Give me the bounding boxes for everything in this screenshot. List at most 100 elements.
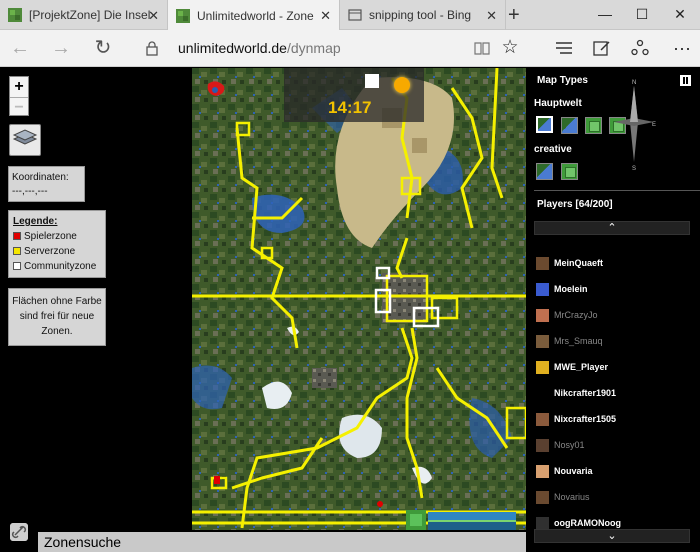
moon-icon (365, 74, 379, 88)
player-item[interactable]: Novarius (536, 484, 686, 510)
back-arrow-icon[interactable]: ← (8, 36, 32, 60)
player-name: oogRAMONoog (554, 518, 621, 528)
layers-button[interactable] (9, 124, 41, 156)
zoom-out-button[interactable]: − (10, 97, 28, 117)
player-head-icon (536, 386, 549, 400)
legend-item-communityzone: Communityzone (13, 259, 101, 274)
share-icon[interactable] (631, 39, 649, 57)
coordinates-label: Koordinaten: (12, 172, 69, 183)
clock-widget: 14:17 (284, 68, 424, 122)
link-icon[interactable] (10, 523, 28, 541)
sun-icon (394, 77, 410, 93)
player-head-icon (536, 490, 549, 504)
maptype-surface-creative[interactable] (561, 163, 578, 180)
player-head-icon (536, 282, 549, 296)
legend-item-spielerzone: Spielerzone (13, 229, 101, 244)
legend-box: Legende: Spielerzone Serverzone Communit… (8, 210, 106, 278)
player-name: Nouvaria (554, 466, 593, 476)
player-list-down-button[interactable]: ⌄ (534, 529, 690, 543)
player-name: Nixcrafter1505 (554, 414, 617, 424)
close-tab-icon[interactable]: ✕ (320, 8, 331, 24)
player-item[interactable]: Mrs_Smauq (536, 328, 686, 354)
player-item[interactable]: MWE_Player (536, 354, 686, 380)
tab-projektzone[interactable]: [ProjektZone] Die Insel ✕ (0, 0, 168, 30)
player-item[interactable]: MeinQuaeft (536, 250, 686, 276)
player-head-icon (536, 438, 549, 452)
tab-title: Unlimitedworld - Zone (197, 8, 314, 23)
address-bar-row: ← → ↻ unlimitedworld.de/dynmap ☆ ··· (0, 30, 700, 67)
maptype-flat-creative[interactable] (536, 163, 553, 180)
zoom-in-button[interactable]: + (10, 77, 28, 97)
player-list-up-button[interactable]: ⌃ (534, 221, 690, 235)
url-host: unlimitedworld.de (178, 40, 287, 56)
pause-icon[interactable] (680, 75, 691, 86)
favorite-star-icon[interactable]: ☆ (498, 36, 522, 60)
legend-item-serverzone: Serverzone (13, 244, 101, 259)
zone-search-bar[interactable]: Zonensuche (38, 532, 526, 552)
compass-s: S (632, 166, 636, 172)
hub-icon[interactable] (555, 41, 573, 55)
forward-arrow-icon[interactable]: → (49, 36, 73, 60)
player-name: Nosy01 (554, 440, 585, 450)
page-favicon-icon (348, 9, 362, 21)
sidebar-divider (534, 190, 700, 191)
url-field[interactable]: unlimitedworld.de/dynmap (178, 40, 341, 56)
player-head-icon (536, 308, 549, 322)
tab-bar: [ProjektZone] Die Insel ✕ Unlimitedworld… (0, 0, 700, 31)
player-name: Nikcrafter1901 (554, 388, 617, 398)
more-menu-icon[interactable]: ··· (670, 36, 694, 60)
player-head-icon (536, 334, 549, 348)
layers-icon (12, 129, 38, 145)
coordinates-box: Koordinaten: ---,---,--- (8, 166, 85, 202)
player-item[interactable]: Nouvaria (536, 458, 686, 484)
window-close-icon[interactable]: ✕ (662, 0, 698, 30)
yellow-swatch-icon (13, 247, 21, 255)
zoom-control: + − (9, 76, 29, 116)
map-tiles[interactable] (192, 68, 526, 530)
player-name: MrCrazyJo (554, 310, 598, 320)
player-item[interactable]: Moelein (536, 276, 686, 302)
player-head-icon (536, 256, 549, 270)
close-tab-icon[interactable]: ✕ (148, 8, 159, 24)
player-head-icon (536, 412, 549, 426)
compass-e: E (652, 122, 656, 128)
player-item[interactable]: Nixcrafter1505 (536, 406, 686, 432)
clock-time: 14:17 (328, 98, 372, 117)
tab-title: snipping tool - Bing (369, 8, 472, 22)
new-tab-button[interactable]: + (508, 4, 520, 27)
close-tab-icon[interactable]: ✕ (486, 8, 497, 24)
player-item[interactable]: Nikcrafter1901 (536, 380, 686, 406)
player-name: MeinQuaeft (554, 258, 604, 268)
tab-title: [ProjektZone] Die Insel (29, 8, 151, 22)
player-item[interactable]: Nosy01 (536, 432, 686, 458)
url-path: /dynmap (286, 40, 341, 56)
refresh-icon[interactable]: ↻ (91, 36, 115, 60)
free-zones-note: Flächen ohne Farbe sind frei für neue Zo… (8, 288, 106, 346)
tab-bing[interactable]: snipping tool - Bing ✕ (340, 0, 506, 30)
player-head-icon (536, 360, 549, 374)
player-head-icon (536, 516, 549, 530)
player-head-icon (536, 464, 549, 478)
player-item[interactable]: MrCrazyJo (536, 302, 686, 328)
maximize-icon[interactable]: ☐ (624, 0, 660, 30)
compass-icon: N E S (614, 80, 656, 172)
reading-view-icon[interactable] (474, 40, 490, 56)
player-name: Novarius (554, 492, 590, 502)
minecraft-favicon-icon (176, 8, 190, 23)
player-name: Moelein (554, 284, 588, 294)
minimize-icon[interactable]: — (587, 0, 623, 30)
tab-unlimitedworld[interactable]: Unlimitedworld - Zone ✕ (168, 0, 340, 31)
maptype-surface-hauptwelt[interactable] (585, 117, 602, 134)
web-note-icon[interactable] (593, 39, 611, 57)
dynmap-viewport[interactable]: 14:17 + − Koordinaten: ---,---,--- Legen… (0, 68, 700, 552)
coordinates-value: ---,---,--- (12, 186, 48, 197)
maptype-flat-hauptwelt[interactable] (536, 116, 553, 133)
legend-title: Legende: (13, 216, 58, 227)
compass-n: N (632, 80, 636, 86)
white-swatch-icon (13, 262, 21, 270)
maptype-flat2-hauptwelt[interactable] (561, 117, 578, 134)
player-list: MeinQuaeft Moelein MrCrazyJo Mrs_Smauq MWE_P… (536, 250, 686, 536)
world-hauptwelt-label: Hauptwelt (534, 98, 582, 109)
red-swatch-icon (13, 232, 21, 240)
players-title: Players [64/200] (537, 199, 613, 210)
